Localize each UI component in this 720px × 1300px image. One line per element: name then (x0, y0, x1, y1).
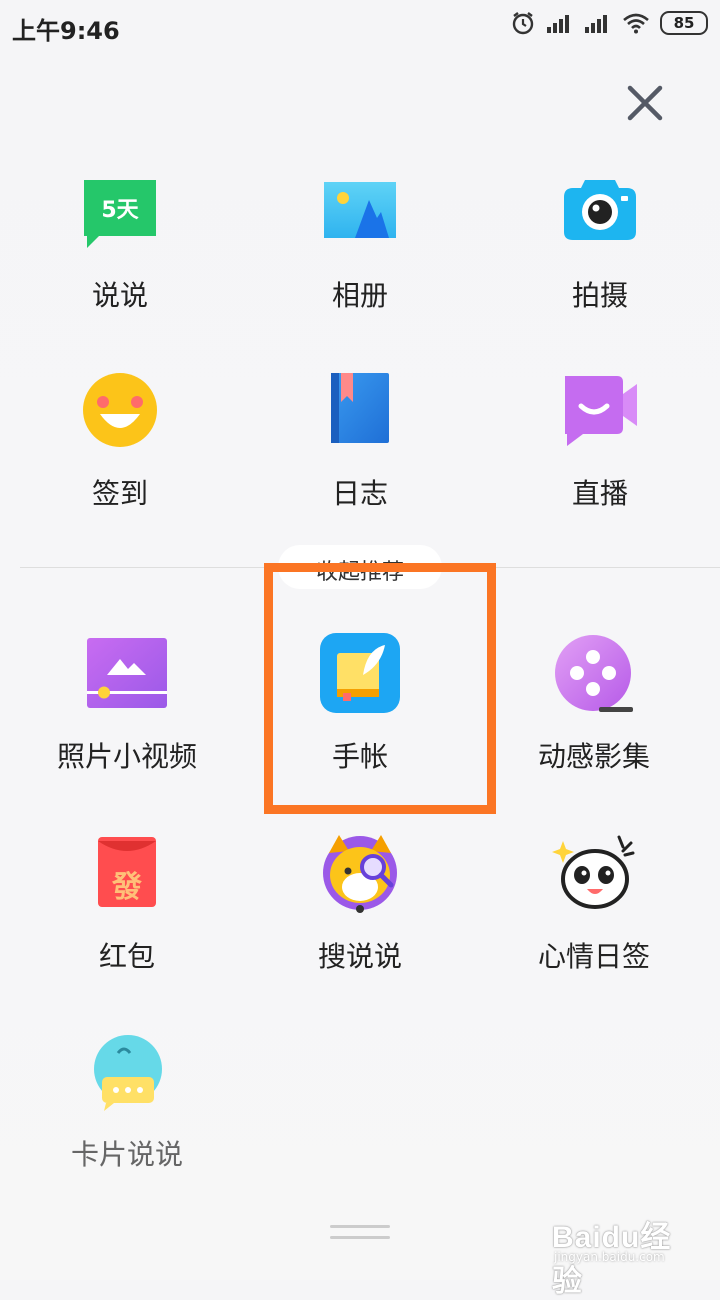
card-status-button[interactable]: 卡片说说 (7, 1031, 247, 1173)
battery-indicator: 85 (660, 11, 708, 35)
item-label: 动感影集 (537, 740, 650, 773)
svg-text:5天: 5天 (101, 198, 139, 223)
close-icon[interactable] (622, 80, 668, 126)
item-label: 相册 (331, 279, 388, 312)
watermark: Baidu经验 jingyan.baidu.com (552, 1212, 684, 1298)
video-camera-icon (565, 376, 637, 446)
item-label: 卡片说说 (70, 1138, 183, 1171)
photo-album-icon (324, 182, 396, 238)
status-bar: 上午9:46 85 (0, 0, 720, 52)
photo-video-button[interactable]: 照片小视频 (7, 633, 247, 775)
drag-handle[interactable] (330, 1225, 390, 1228)
speech-bubble-icon: 5天 (84, 180, 156, 248)
alarm-icon (512, 12, 534, 35)
item-label: 日志 (331, 477, 388, 510)
photo-video-icon (87, 638, 167, 708)
dynamic-album-button[interactable]: 动感影集 (474, 633, 714, 775)
item-label: 直播 (571, 477, 628, 510)
album-button[interactable]: 相册 (240, 172, 480, 314)
status-icons: 85 (510, 10, 708, 36)
camera-icon (564, 180, 636, 240)
film-reel-icon (555, 635, 633, 712)
search-status-button[interactable]: 搜说说 (240, 833, 480, 975)
highlight-box (264, 563, 496, 814)
item-label: 拍摄 (571, 279, 628, 312)
item-label: 红包 (98, 940, 155, 973)
item-label: 心情日签 (537, 940, 650, 973)
post-status-button[interactable]: 5天 说说 (0, 172, 240, 314)
signal-icon (585, 15, 607, 33)
signal-icon (547, 15, 569, 33)
diary-button[interactable]: 日志 (240, 370, 480, 512)
live-button[interactable]: 直播 (480, 370, 720, 512)
card-bird-icon (94, 1035, 162, 1111)
smiley-face-icon (83, 373, 157, 447)
camera-button[interactable]: 拍摄 (480, 172, 720, 314)
checkin-button[interactable]: 签到 (0, 370, 240, 512)
item-label: 签到 (91, 477, 148, 510)
svg-text:發: 發 (111, 870, 142, 905)
red-envelope-icon: 發 (98, 837, 156, 907)
item-label: 说说 (91, 279, 148, 312)
drag-handle[interactable] (330, 1236, 390, 1239)
mood-card-button[interactable]: 心情日签 (474, 833, 714, 975)
panda-mood-icon (552, 835, 635, 909)
item-label: 照片小视频 (56, 740, 197, 773)
wifi-icon (623, 13, 649, 34)
book-icon (331, 373, 389, 443)
item-label: 搜说说 (317, 940, 402, 973)
watermark-url: jingyan.baidu.com (554, 1250, 665, 1264)
red-envelope-button[interactable]: 發 红包 (7, 833, 247, 975)
dog-magnifier-icon (323, 835, 397, 913)
status-time: 上午9:46 (12, 17, 120, 45)
